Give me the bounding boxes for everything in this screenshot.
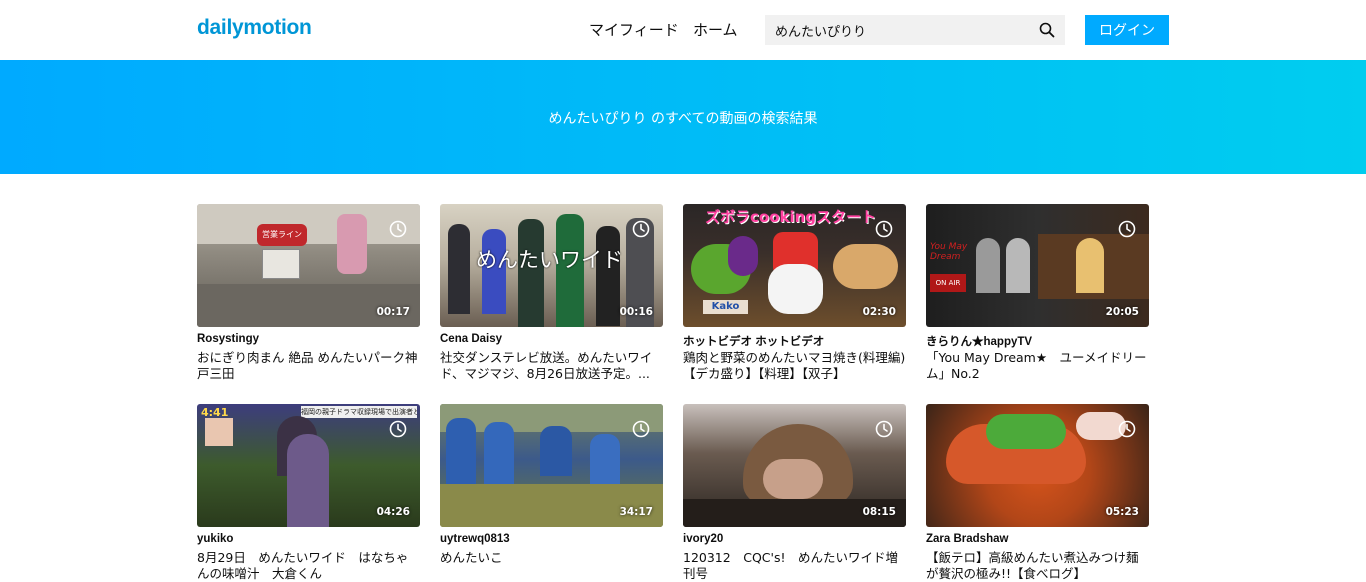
top-bar: dailymotion マイフィード ホーム ログイン: [0, 0, 1366, 60]
video-duration: 00:16: [619, 306, 653, 318]
nav-home[interactable]: ホーム: [693, 19, 738, 40]
video-title[interactable]: 「You May Dream★ ユーメイドリーム」No.2: [926, 350, 1149, 382]
video-duration: 05:23: [1105, 506, 1139, 518]
student: [540, 426, 572, 476]
inset-photo: [205, 418, 233, 446]
login-button[interactable]: ログイン: [1085, 15, 1169, 45]
video-thumbnail[interactable]: You May Dream ON AIR 20:05: [926, 204, 1149, 327]
show-title-overlay: めんたいワイド: [476, 248, 623, 272]
clock-icon[interactable]: [875, 220, 893, 238]
video-title[interactable]: 8月29日 めんたいワイド はなちゃんの味噌汁 大倉くん: [197, 550, 420, 582]
factory-ceiling: [197, 204, 420, 244]
face: [763, 459, 823, 499]
green-onion: [986, 414, 1066, 449]
video-owner[interactable]: Rosystingy: [197, 333, 420, 345]
video-owner[interactable]: きらりん★happyTV: [926, 333, 1149, 349]
video-title[interactable]: 鶏肉と野菜のめんたいマヨ焼き(料理編)【デカ盛り】【料理】【双子】: [683, 350, 906, 382]
singer: [1076, 238, 1104, 293]
performer: [976, 238, 1000, 293]
video-thumbnail[interactable]: ズボラcookingスタート Kako 02:30: [683, 204, 906, 327]
video-owner[interactable]: ホットビデオ ホットビデオ: [683, 333, 906, 349]
chicken: [833, 244, 898, 289]
video-duration: 08:15: [862, 506, 896, 518]
clock-icon[interactable]: [389, 420, 407, 438]
clock-icon[interactable]: [632, 420, 650, 438]
video-title[interactable]: おにぎり肉まん 絶品 めんたいパーク神戸三田: [197, 350, 420, 382]
girl: [287, 434, 329, 527]
clock-icon[interactable]: [1118, 420, 1136, 438]
student: [484, 422, 514, 492]
video-thumbnail[interactable]: 営業ライン 00:17: [197, 204, 420, 327]
news-caption: 福岡の親子ドラマ収録現場で出演者と対面: [301, 406, 417, 418]
video-owner[interactable]: Zara Bradshaw: [926, 533, 1149, 545]
brand-label: Kako: [703, 300, 748, 314]
dailymotion-logo[interactable]: dailymotion: [197, 16, 312, 40]
clock-icon[interactable]: [875, 420, 893, 438]
search-box: [765, 15, 1065, 45]
video-duration: 02:30: [862, 306, 896, 318]
video-thumbnail[interactable]: 34:17: [440, 404, 663, 527]
clock-icon[interactable]: [1118, 220, 1136, 238]
video-thumbnail[interactable]: 08:15: [683, 404, 906, 527]
search-input[interactable]: [775, 15, 1035, 45]
search-results-banner: めんたいぴりり のすべての動画の検索結果: [0, 60, 1366, 174]
on-air-badge: ON AIR: [930, 274, 966, 292]
search-results-heading: めんたいぴりり のすべての動画の検索結果: [548, 111, 818, 127]
cooking-banner: ズボラcookingスタート: [705, 208, 877, 226]
nav-my-feed[interactable]: マイフィード: [589, 19, 679, 40]
search-icon[interactable]: [1039, 22, 1055, 38]
video-duration: 00:17: [376, 306, 410, 318]
performer: [1006, 238, 1030, 293]
video-thumbnail[interactable]: 05:23: [926, 404, 1149, 527]
video-title[interactable]: 120312 CQC's! めんたいワイド増刊号: [683, 550, 906, 582]
video-title[interactable]: 【飯テロ】高級めんたい煮込みつけ麺が贅沢の極み!!【食べログ】: [926, 550, 1149, 582]
video-owner[interactable]: ivory20: [683, 533, 906, 545]
student: [446, 418, 476, 493]
video-owner[interactable]: yukiko: [197, 533, 420, 545]
clock-icon[interactable]: [632, 220, 650, 238]
sign-label: 営業ライン: [257, 224, 307, 246]
video-title[interactable]: めんたいこ: [440, 550, 663, 566]
video-duration: 04:26: [376, 506, 410, 518]
presenter: [596, 226, 620, 326]
student: [590, 434, 620, 484]
eggplant: [728, 236, 758, 276]
presenter: [448, 224, 470, 314]
video-title[interactable]: 社交ダンステレビ放送。めんたいワイド、マジマジ、8月26日放送予定。...: [440, 350, 663, 382]
video-owner[interactable]: uytrewq0813: [440, 533, 663, 545]
show-logo: You May Dream: [930, 242, 968, 262]
characters: [768, 264, 823, 314]
video-duration: 34:17: [619, 506, 653, 518]
worker: [337, 214, 367, 274]
video-thumbnail[interactable]: 4:41 福岡の親子ドラマ収録現場で出演者と対面 04:26: [197, 404, 420, 527]
video-thumbnail[interactable]: めんたいワイド 00:16: [440, 204, 663, 327]
video-owner[interactable]: Cena Daisy: [440, 333, 663, 345]
video-duration: 20:05: [1105, 306, 1139, 318]
clock-icon[interactable]: [389, 220, 407, 238]
machine: [262, 249, 300, 279]
